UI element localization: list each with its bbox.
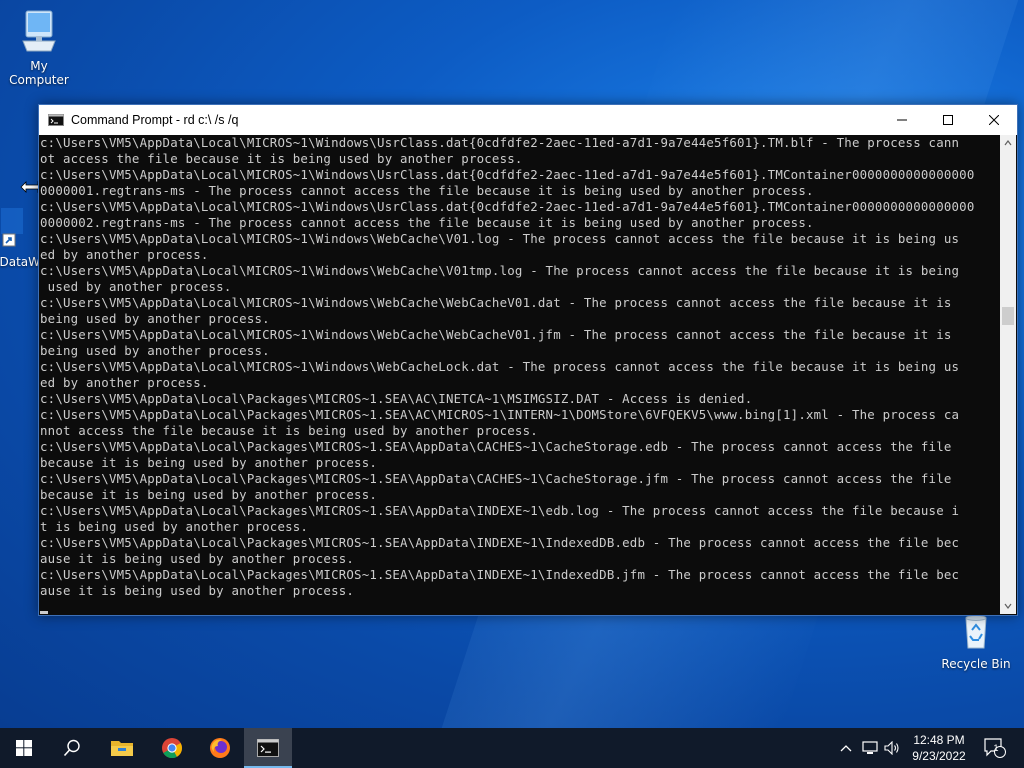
windows-start-icon	[16, 740, 32, 756]
chrome-icon	[162, 738, 183, 759]
clock-time: 12:48 PM	[913, 733, 965, 747]
desktop-icon-label: Recycle Bin	[941, 657, 1011, 671]
computer-icon	[22, 10, 56, 52]
start-button[interactable]	[0, 728, 48, 768]
console-line: c:\Users\VM5\AppData\Local\MICROS~1\Wind…	[40, 327, 952, 342]
clock-date: 9/23/2022	[912, 749, 966, 763]
console-line: 0000002.regtrans-ms - The process cannot…	[40, 215, 814, 230]
recycle-bin-icon	[965, 615, 987, 649]
console-line: ause it is being used by another process…	[40, 551, 355, 566]
close-icon	[989, 115, 999, 125]
volume-icon	[884, 741, 899, 755]
command-prompt-icon	[48, 114, 64, 126]
console-line: ed by another process.	[40, 375, 209, 390]
taskbar-command-prompt[interactable]	[244, 728, 292, 768]
command-prompt-window[interactable]: Command Prompt - rd c:\ /s /q c:\Users\V…	[38, 104, 1018, 616]
console-line: c:\Users\VM5\AppData\Local\MICROS~1\Wind…	[40, 263, 960, 278]
console-line: c:\Users\VM5\AppData\Local\Packages\MICR…	[40, 567, 960, 582]
console-line: c:\Users\VM5\AppData\Local\Packages\MICR…	[40, 503, 960, 518]
search-button[interactable]	[48, 728, 96, 768]
console-line: ause it is being used by another process…	[40, 583, 355, 598]
minimize-icon	[897, 119, 907, 121]
notification-count: 1	[993, 743, 999, 753]
volume-button[interactable]	[882, 728, 902, 768]
console-output[interactable]: c:\Users\VM5\AppData\Local\MICROS~1\Wind…	[40, 135, 999, 614]
scroll-down-button[interactable]	[1000, 598, 1016, 614]
desktop-icon-label: My Computer	[9, 59, 69, 87]
taskbar-firefox[interactable]	[196, 728, 244, 768]
search-icon	[63, 739, 80, 757]
maximize-icon	[943, 115, 953, 125]
firefox-icon	[210, 738, 230, 758]
console-line: nnot access the file because it is being…	[40, 423, 538, 438]
console-line: c:\Users\VM5\AppData\Local\MICROS~1\Wind…	[40, 231, 960, 246]
desktop-icon-recycle-bin[interactable]: Recycle Bin	[936, 612, 1016, 671]
console-line: c:\Users\VM5\AppData\Local\MICROS~1\Wind…	[40, 295, 952, 310]
vertical-scrollbar[interactable]	[1000, 135, 1016, 614]
show-hidden-icons-button[interactable]	[836, 728, 856, 768]
chevron-down-icon	[1004, 603, 1012, 609]
window-title-bar[interactable]: Command Prompt - rd c:\ /s /q	[39, 105, 1017, 135]
taskbar-clock[interactable]: 12:48 PM 9/23/2022	[902, 732, 976, 764]
console-line: ot access the file because it is being u…	[40, 151, 523, 166]
console-line: c:\Users\VM5\AppData\Local\Packages\MICR…	[40, 391, 753, 406]
console-line: t is being used by another process.	[40, 519, 309, 534]
console-line: because it is being used by another proc…	[40, 487, 378, 502]
network-button[interactable]	[860, 728, 882, 768]
console-line: c:\Users\VM5\AppData\Local\MICROS~1\Wind…	[40, 167, 975, 182]
network-icon	[862, 741, 878, 754]
console-line: c:\Users\VM5\AppData\Local\MICROS~1\Wind…	[40, 359, 960, 374]
desktop-icon-my-computer[interactable]: My Computer	[0, 8, 78, 87]
console-line: c:\Users\VM5\AppData\Local\Packages\MICR…	[40, 535, 960, 550]
console-line: 0000001.regtrans-ms - The process cannot…	[40, 183, 814, 198]
console-line: c:\Users\VM5\AppData\Local\Packages\MICR…	[40, 471, 952, 486]
window-title: Command Prompt - rd c:\ /s /q	[71, 113, 239, 127]
console-line: used by another process.	[40, 279, 232, 294]
minimize-button[interactable]	[879, 105, 925, 135]
console-line: c:\Users\VM5\AppData\Local\Packages\MICR…	[40, 439, 952, 454]
maximize-button[interactable]	[925, 105, 971, 135]
console-line: being used by another process.	[40, 311, 270, 326]
file-explorer-icon	[111, 741, 133, 756]
console-line: c:\Users\VM5\AppData\Local\MICROS~1\Wind…	[40, 135, 960, 150]
chevron-up-icon	[1004, 140, 1012, 146]
console-line: because it is being used by another proc…	[40, 455, 378, 470]
scroll-up-button[interactable]	[1000, 135, 1016, 151]
text-cursor	[40, 611, 48, 614]
taskbar-file-explorer[interactable]	[98, 728, 146, 768]
chevron-up-icon	[840, 745, 852, 752]
shortcut-icon	[1, 208, 23, 247]
command-prompt-icon	[257, 739, 279, 757]
scrollbar-thumb[interactable]	[1002, 307, 1014, 325]
console-line: ed by another process.	[40, 247, 209, 262]
console-line: c:\Users\VM5\AppData\Local\MICROS~1\Wind…	[40, 199, 975, 214]
console-line: c:\Users\VM5\AppData\Local\Packages\MICR…	[40, 407, 960, 422]
console-line: being used by another process.	[40, 343, 270, 358]
close-button[interactable]	[971, 105, 1017, 135]
taskbar: 12:48 PM 9/23/2022 1	[0, 728, 1024, 768]
taskbar-chrome[interactable]	[148, 728, 196, 768]
